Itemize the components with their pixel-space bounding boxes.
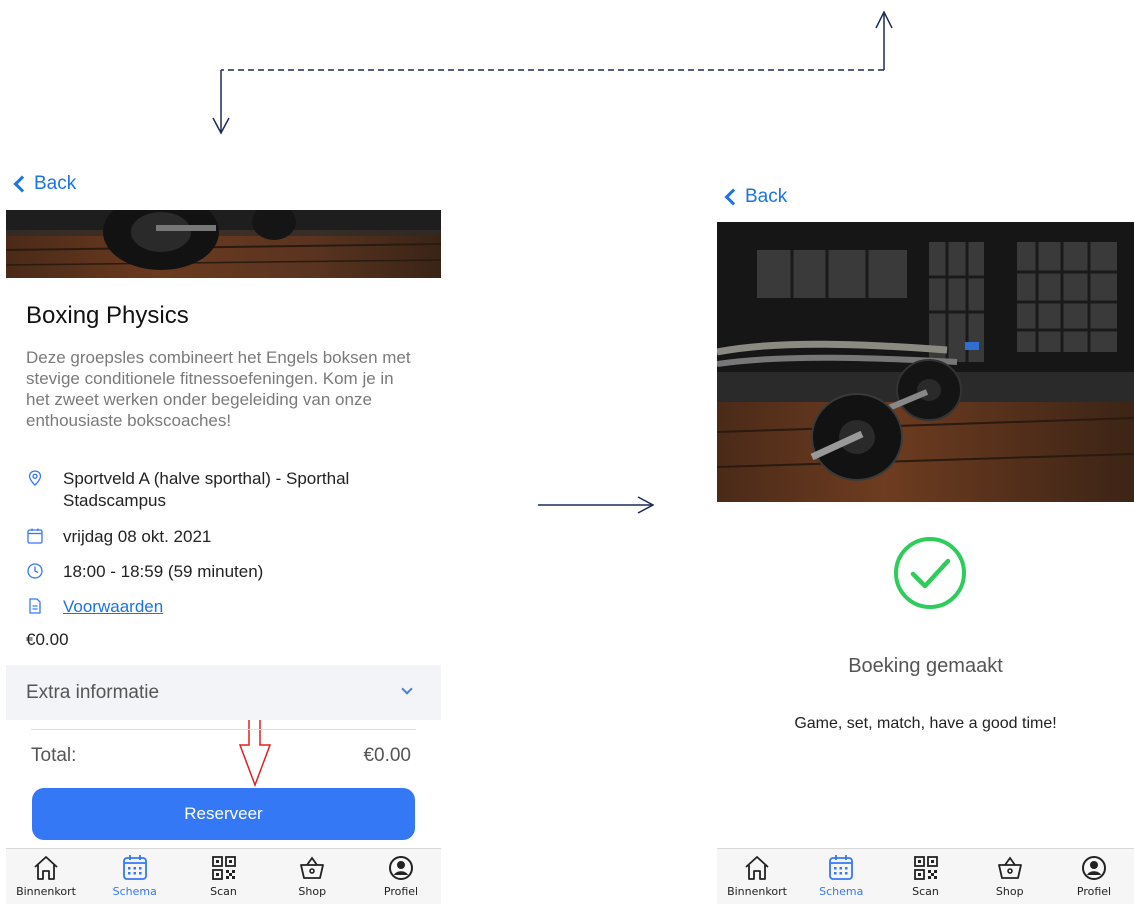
location-text: Sportveld A (halve sporthal) - Sporthal …: [63, 469, 350, 510]
booking-title: Boeking gemaakt: [848, 655, 1003, 677]
terms-row: Voorwaarden: [26, 596, 163, 618]
tab-label: Scan: [210, 885, 237, 898]
total-row: Total: €0.00: [31, 745, 411, 767]
tab-profiel[interactable]: Profiel: [1054, 853, 1134, 904]
tab-label: Schema: [112, 885, 157, 898]
profile-icon: [389, 856, 413, 880]
tab-scan[interactable]: Scan: [886, 853, 966, 904]
tab-label: Shop: [298, 885, 327, 898]
time-text: 18:00 - 18:59 (59 minuten): [63, 562, 264, 581]
tab-binnenkort[interactable]: Binnenkort: [6, 853, 86, 904]
tab-profiel[interactable]: Profiel: [361, 853, 441, 904]
tab-schema[interactable]: Schema: [95, 853, 175, 904]
calendar-icon: [122, 855, 147, 880]
back-button[interactable]: Back: [723, 186, 787, 208]
tab-shop[interactable]: Shop: [272, 853, 352, 904]
calendar-icon: [829, 855, 854, 880]
tab-bar: Binnenkort Schema Scan Shop Profiel: [6, 848, 441, 904]
home-icon: [34, 856, 58, 880]
extra-info-label: Extra informatie: [26, 681, 160, 703]
chevron-left-icon: [13, 175, 31, 193]
date-text: vrijdag 08 okt. 2021: [63, 527, 212, 546]
divider: [31, 729, 416, 730]
profile-icon: [1082, 856, 1106, 880]
back-label: Back: [745, 186, 788, 207]
activity-detail-screen: Back Boxing Physics Deze groepsles combi…: [6, 165, 441, 904]
total-label: Total:: [31, 745, 77, 766]
price-text: €0.00: [26, 630, 69, 649]
tab-binnenkort[interactable]: Binnenkort: [717, 853, 797, 904]
qr-code-icon: [211, 856, 236, 880]
tab-label: Profiel: [383, 885, 419, 898]
tab-bar: Binnenkort Schema Scan Shop Profiel: [717, 848, 1134, 904]
home-icon: [745, 856, 769, 880]
chevron-left-icon: [724, 188, 742, 206]
clock-icon: [27, 563, 43, 579]
chevron-down-icon: [401, 683, 413, 695]
activity-title: Boxing Physics: [26, 302, 189, 329]
tab-label: Binnenkort: [16, 885, 76, 898]
tab-label: Profiel: [1076, 885, 1112, 898]
reserve-button[interactable]: Reserveer: [32, 788, 415, 840]
basket-icon: [997, 856, 1022, 879]
time-row: 18:00 - 18:59 (59 minuten): [26, 561, 263, 583]
tab-label: Schema: [819, 885, 864, 898]
return-arrow: [212, 10, 893, 135]
booking-confirmation-screen: Back Boeking gemaakt Game, set, match, h…: [717, 180, 1134, 904]
basket-icon: [300, 856, 325, 879]
tab-shop[interactable]: Shop: [970, 853, 1050, 904]
extra-info-toggle[interactable]: Extra informatie: [6, 665, 441, 720]
location-pin-icon: [28, 470, 42, 486]
forward-arrow: [538, 496, 655, 514]
activity-image: [717, 222, 1134, 502]
tab-scan[interactable]: Scan: [184, 853, 264, 904]
tab-label: Shop: [995, 885, 1024, 898]
calendar-icon: [27, 528, 43, 544]
back-label: Back: [34, 173, 77, 194]
qr-code-icon: [913, 856, 938, 880]
date-row: vrijdag 08 okt. 2021: [26, 526, 211, 548]
tab-label: Scan: [912, 885, 939, 898]
activity-image: [6, 210, 441, 278]
terms-link[interactable]: Voorwaarden: [63, 596, 163, 618]
total-value: €0.00: [363, 745, 411, 766]
booking-message: Game, set, match, have a good time!: [794, 715, 1057, 732]
location-row: Sportveld A (halve sporthal) - Sporthal …: [26, 468, 421, 512]
success-check-icon: [892, 535, 968, 611]
back-button[interactable]: Back: [12, 173, 76, 195]
activity-description: Deze groepsles combineert het Engels bok…: [26, 348, 411, 430]
document-icon: [29, 598, 41, 614]
tab-label: Binnenkort: [727, 885, 787, 898]
tab-schema[interactable]: Schema: [801, 853, 881, 904]
